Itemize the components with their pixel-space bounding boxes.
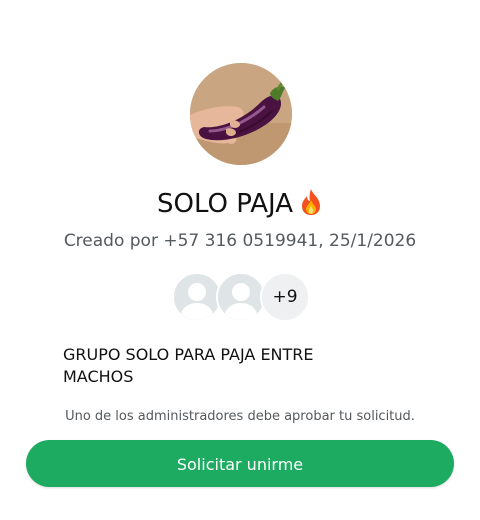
group-photo[interactable]	[190, 63, 292, 165]
group-name-text: SOLO PAJA	[156, 189, 294, 219]
more-members-count: +9	[260, 272, 310, 322]
eggplant-photo-image	[190, 63, 292, 165]
default-avatar-icon	[172, 272, 222, 322]
created-date: 25/1/2026	[329, 231, 417, 251]
request-join-button[interactable]: Solicitar unirme	[26, 440, 454, 487]
creator-phone[interactable]: +57 316 0519941	[163, 231, 318, 251]
created-by-line: Creado por +57 316 0519941, 25/1/2026	[63, 231, 417, 251]
created-by-label: Creado por	[63, 231, 158, 251]
member-avatars[interactable]: +9	[172, 272, 312, 322]
group-description: GRUPO SOLO PARA PAJA ENTRE MACHOS	[63, 345, 314, 386]
default-avatar-icon	[216, 272, 266, 322]
group-name-title: SOLO PAJA	[0, 186, 480, 226]
approval-notice: Uno de los administradores debe aprobar …	[65, 409, 415, 424]
fire-icon	[299, 188, 323, 226]
group-invite-screen: SOLO PAJA Creado por +57 316 0519941, 25…	[0, 0, 480, 520]
